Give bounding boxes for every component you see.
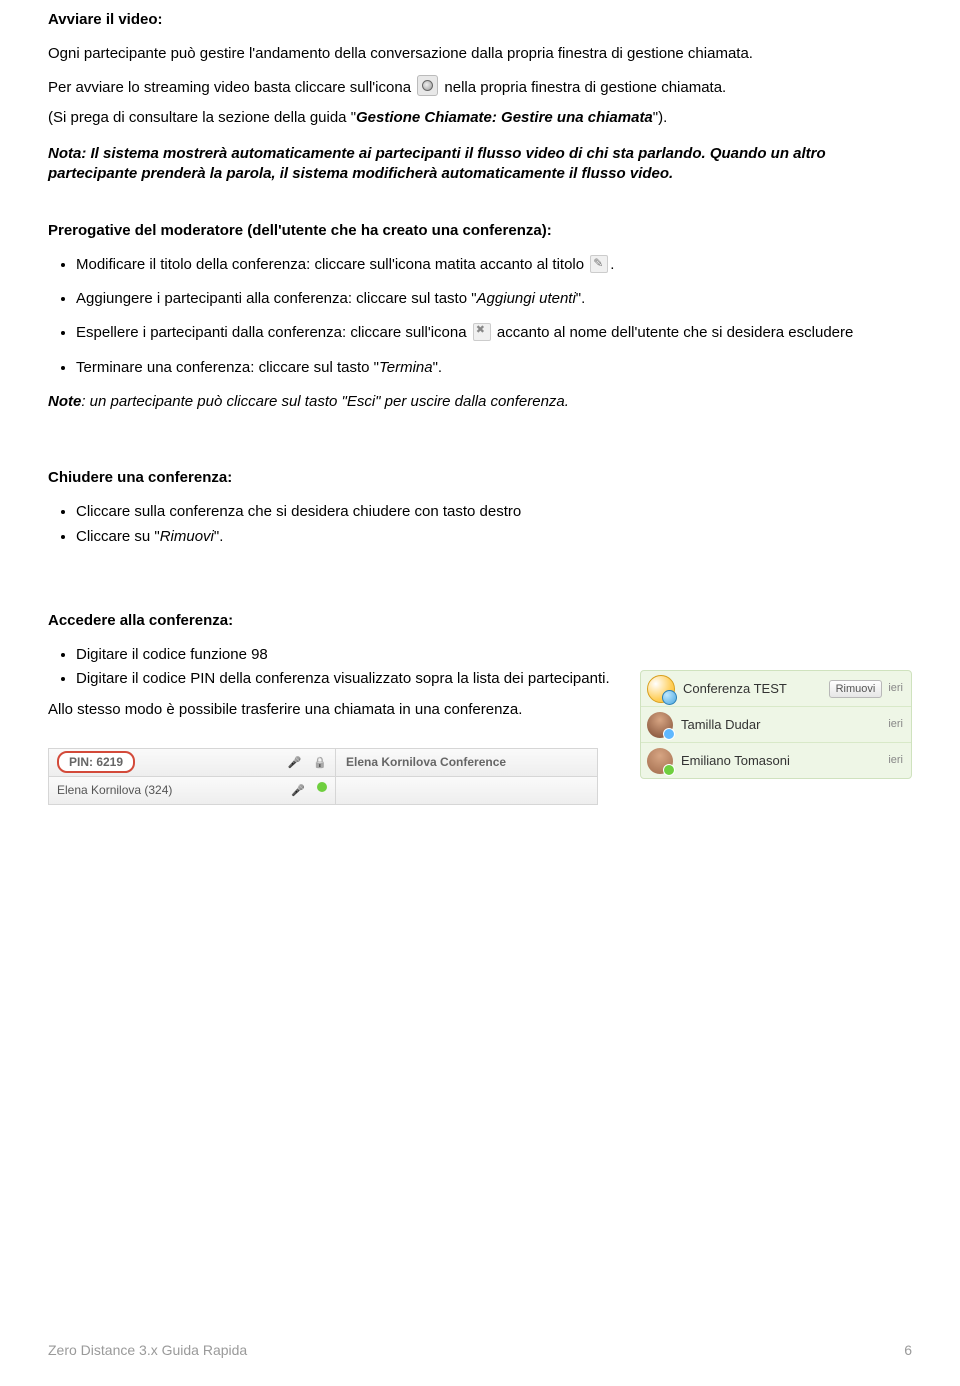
- pin-header-icons: [288, 754, 327, 771]
- timestamp: ieri: [888, 681, 903, 696]
- participant-name: Elena Kornilova (324): [57, 782, 172, 798]
- text: .: [610, 256, 614, 273]
- page-footer: Zero Distance 3.x Guida Rapida 6: [48, 1341, 912, 1360]
- text: Aggiungere i partecipanti alla conferenz…: [76, 290, 477, 307]
- list-item: Cliccare su "Rimuovi".: [76, 527, 636, 547]
- text: Terminare una conferenza: cliccare sul t…: [76, 359, 379, 376]
- text: Per avviare lo streaming video basta cli…: [48, 79, 411, 96]
- intro-paragraph: Ogni partecipante può gestire l'andament…: [48, 44, 912, 64]
- pin-widget: PIN: 6219 Elena Kornilova Conference Ele…: [48, 748, 598, 805]
- text-em: Rimuovi: [160, 528, 214, 545]
- mic-icon[interactable]: [291, 782, 305, 799]
- heading-prerogative: Prerogative del moderatore (dell'utente …: [48, 221, 912, 241]
- list-item: Espellere i partecipanti dalla conferenz…: [76, 323, 912, 343]
- text: ".: [576, 290, 586, 307]
- camera-icon: [417, 75, 438, 96]
- text: nella propria finestra di gestione chiam…: [444, 79, 726, 96]
- heading-accedere: Accedere alla conferenza:: [48, 611, 912, 631]
- pin-header-row: PIN: 6219 Elena Kornilova Conference: [48, 748, 598, 777]
- text: Cliccare su ": [76, 528, 160, 545]
- heading-chiudere: Chiudere una conferenza:: [48, 468, 912, 488]
- list-item: Digitare il codice funzione 98: [76, 645, 912, 665]
- page-number: 6: [904, 1341, 912, 1360]
- mic-icon[interactable]: [288, 754, 302, 771]
- text: : un partecipante può cliccare sul tasto…: [81, 393, 569, 410]
- presence-dot-icon: [663, 764, 675, 776]
- conference-list-widget: Conferenza TEST Rimuovi ieri Tamilla Dud…: [640, 670, 912, 779]
- text: (Si prega di consultare la sezione della…: [48, 109, 356, 126]
- participant-icons: [291, 782, 327, 799]
- participant-row: Elena Kornilova (324): [48, 777, 598, 805]
- text-em: Termina: [379, 359, 433, 376]
- document-page: { "h_avviare": "Avviare il video:", "p_i…: [0, 0, 960, 1386]
- contact-name: Tamilla Dudar: [681, 716, 882, 734]
- pin-chip: PIN: 6219: [57, 751, 135, 773]
- text: accanto al nome dell'utente che si desid…: [497, 324, 853, 341]
- close-icon: [473, 323, 491, 341]
- lock-icon[interactable]: [313, 754, 327, 771]
- conference-row[interactable]: Tamilla Dudar ieri: [641, 707, 911, 743]
- contact-name: Emiliano Tomasoni: [681, 752, 882, 770]
- text: ".: [214, 528, 224, 545]
- group-avatar-icon: [647, 675, 675, 703]
- guide-ref: Gestione Chiamate: Gestire una chiamata: [356, 109, 653, 126]
- note-participant: Note: un partecipante può cliccare sul t…: [48, 392, 912, 412]
- timestamp: ieri: [888, 753, 903, 768]
- presence-dot-icon: [663, 728, 675, 740]
- note-label: Note: [48, 393, 81, 410]
- footer-title: Zero Distance 3.x Guida Rapida: [48, 1341, 247, 1360]
- text: Modificare il titolo della conferenza: c…: [76, 256, 584, 273]
- avatar: [647, 712, 673, 738]
- list-item: Terminare una conferenza: cliccare sul t…: [76, 358, 912, 378]
- pin-left-cell: PIN: 6219: [49, 749, 336, 776]
- text: ").: [653, 109, 668, 126]
- empty-cell: [336, 777, 597, 804]
- timestamp: ieri: [888, 717, 903, 732]
- text: Espellere i partecipanti dalla conferenz…: [76, 324, 467, 341]
- streaming-paragraph: Per avviare lo streaming video basta cli…: [48, 75, 912, 98]
- list-item: Aggiungere i partecipanti alla conferenz…: [76, 289, 912, 309]
- pencil-icon: [590, 255, 608, 273]
- moderator-list: Modificare il titolo della conferenza: c…: [48, 255, 912, 378]
- consult-paragraph: (Si prega di consultare la sezione della…: [48, 108, 912, 128]
- heading-avviare-video: Avviare il video:: [48, 10, 912, 30]
- conference-row[interactable]: Conferenza TEST Rimuovi ieri: [641, 671, 911, 707]
- rimuovi-button[interactable]: Rimuovi: [829, 680, 883, 698]
- list-item: Modificare il titolo della conferenza: c…: [76, 255, 912, 275]
- avatar: [647, 748, 673, 774]
- chiudere-list: Cliccare sulla conferenza che si desider…: [48, 502, 636, 547]
- presence-dot-icon: [317, 782, 327, 792]
- text-em: Aggiungi utenti: [477, 290, 576, 307]
- conference-row[interactable]: Emiliano Tomasoni ieri: [641, 743, 911, 778]
- participant-cell: Elena Kornilova (324): [49, 777, 336, 804]
- conference-name: Conferenza TEST: [683, 680, 825, 698]
- nota-paragraph: Nota: Il sistema mostrerà automaticament…: [48, 144, 912, 185]
- list-item: Cliccare sulla conferenza che si desider…: [76, 502, 636, 522]
- conference-title: Elena Kornilova Conference: [336, 749, 597, 776]
- text: ".: [433, 359, 443, 376]
